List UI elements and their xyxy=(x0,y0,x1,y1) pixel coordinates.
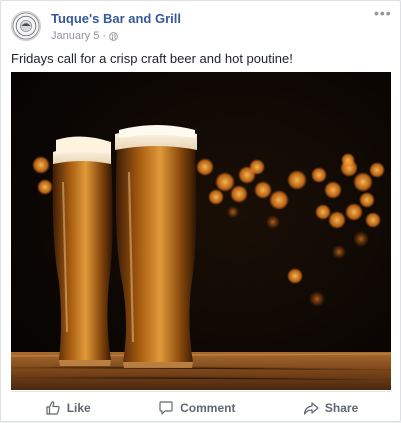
like-label: Like xyxy=(66,400,91,415)
meta-separator: · xyxy=(102,30,106,42)
share-icon xyxy=(303,400,319,416)
post-actions-bar: Like Comment Share xyxy=(11,391,392,423)
post-text: Fridays call for a crisp craft beer and … xyxy=(11,51,293,66)
beer-glass-left xyxy=(52,136,113,366)
more-options-icon[interactable]: ••• xyxy=(374,6,391,20)
like-button[interactable]: Like xyxy=(35,396,101,420)
post-meta: January 5 · xyxy=(51,30,118,42)
page-name-link[interactable]: Tuque's Bar and Grill xyxy=(51,11,181,26)
comment-button[interactable]: Comment xyxy=(148,396,245,420)
thumbs-up-icon xyxy=(45,400,61,416)
comment-icon xyxy=(158,400,174,416)
post-card: Tuque's Bar and Grill January 5 · ••• Fr… xyxy=(0,0,401,422)
comment-label: Comment xyxy=(180,400,236,415)
post-date[interactable]: January 5 xyxy=(51,30,99,42)
page-avatar[interactable] xyxy=(11,11,41,41)
share-label: Share xyxy=(324,400,359,415)
beer-glass-right xyxy=(115,125,197,368)
globe-icon[interactable] xyxy=(109,31,118,41)
share-button[interactable]: Share xyxy=(293,396,368,420)
post-photo[interactable] xyxy=(11,72,391,390)
